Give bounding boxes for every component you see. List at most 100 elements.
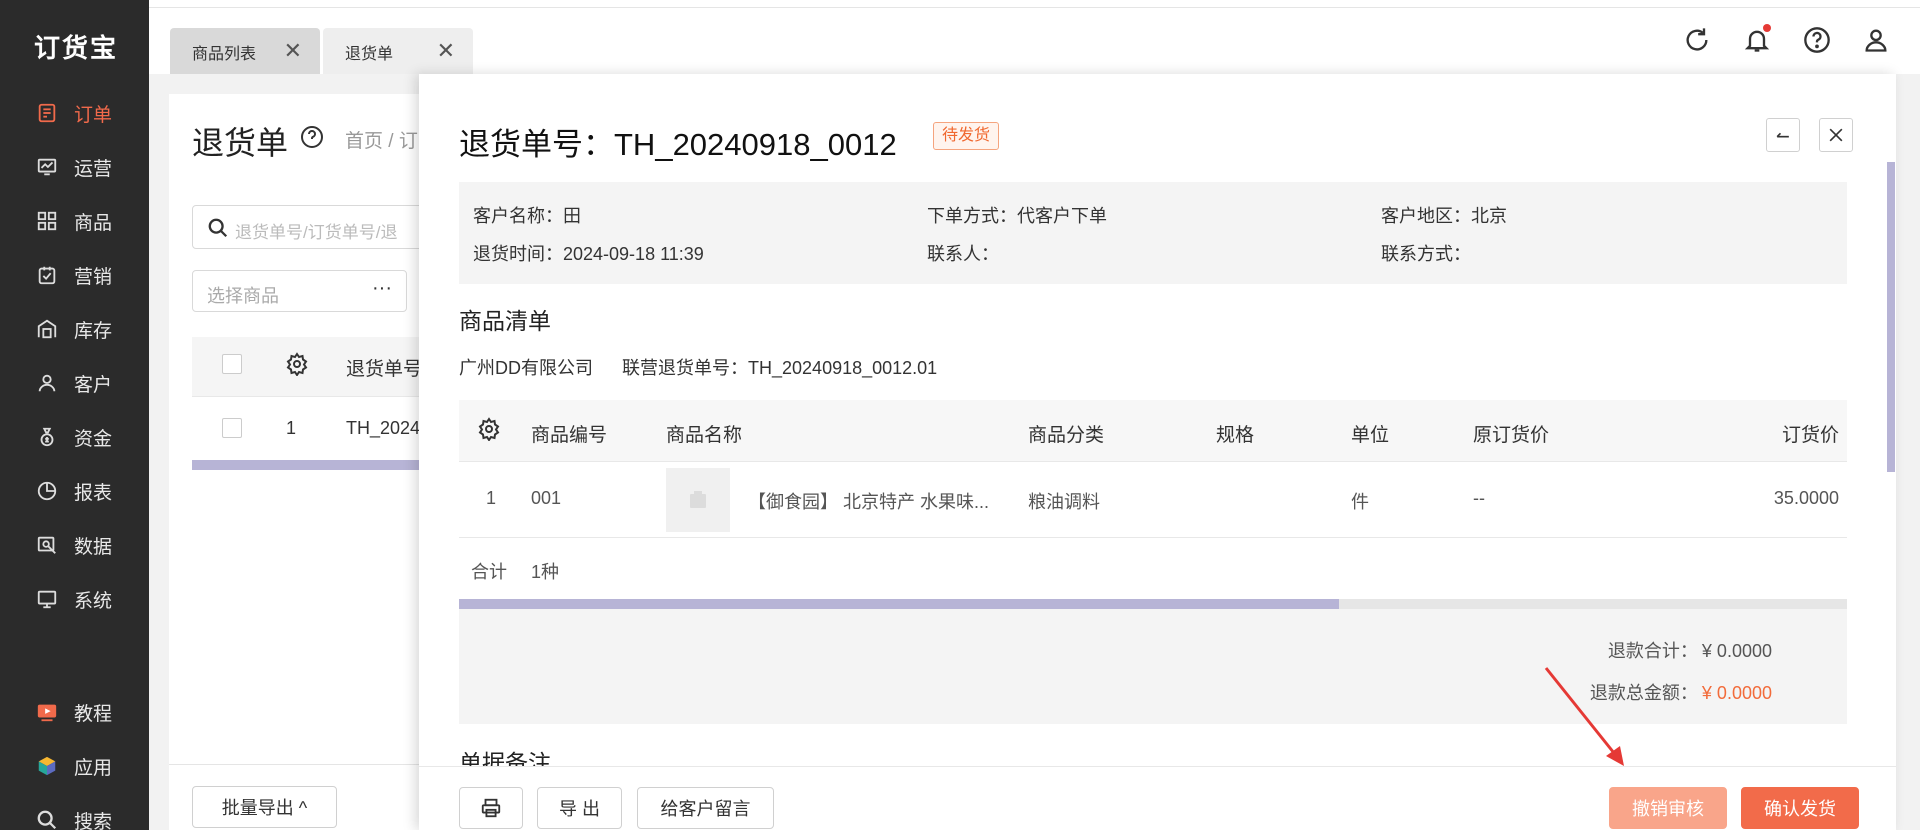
table-scrollbar[interactable] <box>459 599 1339 609</box>
sidebar-item-apps[interactable]: 应用 <box>0 746 149 786</box>
product-icon <box>36 210 58 232</box>
revoke-review-button[interactable]: 撤销审核 <box>1609 787 1727 829</box>
sidebar: 订货宝 订单 运营 商品 营销 库存 客户 资金 报表 数据 系统 教程 应用 … <box>0 0 149 830</box>
product-thumbnail[interactable] <box>666 468 730 532</box>
column-header-name: 商品名称 <box>666 425 743 446</box>
status-badge: 待发货 <box>933 122 1000 150</box>
operation-icon <box>36 156 58 178</box>
product-select[interactable]: 选择商品 ··· <box>192 270 407 312</box>
summary-value: 1种 <box>531 562 560 582</box>
close-icon[interactable]: ✕ <box>437 40 455 62</box>
sidebar-item-order[interactable]: 订单 <box>0 93 149 133</box>
row-orig-price: -- <box>1473 488 1485 508</box>
search-placeholder: 退货单号/订货单号/退 <box>235 223 398 242</box>
apps-icon <box>36 755 58 777</box>
contact-method: 联系方式： <box>1381 244 1471 264</box>
breadcrumb[interactable]: 首页 / 订 <box>345 126 418 153</box>
row-checkbox[interactable] <box>222 418 242 438</box>
batch-export-button[interactable]: 批量导出 ^ <box>192 786 337 828</box>
gear-icon[interactable] <box>477 417 501 442</box>
row-code: 001 <box>531 488 562 508</box>
refund-subtotal: 退款合计： ¥ 0.0000 <box>1608 637 1772 663</box>
gear-icon[interactable] <box>285 352 309 377</box>
help-icon[interactable] <box>1803 26 1831 54</box>
horizontal-scrollbar[interactable] <box>192 460 422 470</box>
sidebar-item-inventory[interactable]: 库存 <box>0 309 149 349</box>
supplier-line: 广州DD有限公司 联营退货单号：TH_20240918_0012.01 <box>459 354 961 380</box>
printer-icon <box>481 798 501 818</box>
close-button[interactable] <box>1819 118 1853 152</box>
sidebar-item-label: 商品 <box>74 212 113 234</box>
tutorial-icon <box>36 701 58 723</box>
report-icon <box>36 480 58 502</box>
close-icon[interactable]: ✕ <box>284 40 302 62</box>
row-index: 1 <box>486 488 497 508</box>
sidebar-item-label: 客户 <box>74 374 113 396</box>
return-time: 退货时间：2024-09-18 11:39 <box>473 244 704 264</box>
arrow-left-icon <box>1776 132 1789 138</box>
tab-bar: 商品列表 ✕ 退货单 ✕ <box>149 8 1920 76</box>
column-header-code: 商品编号 <box>531 425 608 446</box>
search-icon <box>207 217 229 239</box>
more-icon[interactable]: ··· <box>372 277 392 300</box>
sidebar-item-label: 应用 <box>74 757 113 779</box>
column-header-orig-price: 原订货价 <box>1473 425 1550 446</box>
export-button[interactable]: 导 出 <box>537 787 622 829</box>
sidebar-item-operation[interactable]: 运营 <box>0 147 149 187</box>
refund-total-value: ¥ 0.0000 <box>1701 683 1772 703</box>
collapse-button[interactable] <box>1766 118 1800 152</box>
close-icon <box>1829 128 1843 142</box>
sidebar-item-marketing[interactable]: 营销 <box>0 255 149 295</box>
refund-subtotal-value: ¥ 0.0000 <box>1701 641 1772 661</box>
sidebar-item-label: 资金 <box>74 428 113 450</box>
notification-dot <box>1763 24 1771 32</box>
search-icon <box>36 809 58 830</box>
tab-return-order[interactable]: 退货单 ✕ <box>323 28 473 76</box>
search-input[interactable]: 退货单号/订货单号/退 <box>192 205 442 249</box>
data-icon <box>36 534 58 556</box>
funds-icon <box>36 426 58 448</box>
bell-icon[interactable] <box>1743 24 1771 54</box>
tab-product-list[interactable]: 商品列表 ✕ <box>170 28 320 76</box>
image-placeholder-icon <box>690 491 706 508</box>
sidebar-item-search[interactable]: 搜索 <box>0 800 149 830</box>
order-icon <box>36 102 58 124</box>
sidebar-item-customer[interactable]: 客户 <box>0 363 149 403</box>
sidebar-item-funds[interactable]: 资金 <box>0 417 149 457</box>
sidebar-item-report[interactable]: 报表 <box>0 471 149 511</box>
print-button[interactable] <box>459 787 523 829</box>
remarks-section-title: 单据备注 <box>459 750 551 766</box>
supplier-name: 广州DD有限公司 <box>459 358 593 378</box>
vertical-scrollbar[interactable] <box>1887 162 1895 472</box>
totals-panel: 退款合计： ¥ 0.0000 退款总金额： ¥ 0.0000 <box>459 609 1847 724</box>
column-header-spec: 规格 <box>1216 425 1255 446</box>
sidebar-item-label: 系统 <box>74 590 113 612</box>
table-row: 1 001 【御食园】 北京特产 水果味... 粮油调料 件 -- 35.000… <box>459 462 1847 538</box>
tab-label: 退货单 <box>345 46 394 63</box>
row-return-no[interactable]: TH_2024 <box>346 418 420 439</box>
confirm-shipment-button[interactable]: 确认发货 <box>1741 787 1859 829</box>
sidebar-item-label: 教程 <box>74 703 113 725</box>
marketing-icon <box>36 264 58 286</box>
summary-label: 合计 <box>471 562 507 582</box>
help-icon[interactable] <box>300 125 324 149</box>
sidebar-item-data[interactable]: 数据 <box>0 525 149 565</box>
refresh-icon[interactable] <box>1683 26 1711 54</box>
message-customer-button[interactable]: 给客户留言 <box>637 787 774 829</box>
goods-section-title: 商品清单 <box>459 308 551 334</box>
sidebar-item-label: 数据 <box>74 536 113 558</box>
contact-person: 联系人： <box>927 244 999 264</box>
sidebar-item-system[interactable]: 系统 <box>0 579 149 619</box>
inventory-icon <box>36 318 58 340</box>
system-icon <box>36 588 58 610</box>
customer-icon <box>36 372 58 394</box>
user-icon[interactable] <box>1862 26 1890 54</box>
annotation-arrow-icon <box>1544 667 1624 766</box>
goods-table-header: 商品编号 商品名称 商品分类 规格 单位 原订货价 订货价 <box>459 400 1847 462</box>
select-placeholder: 选择商品 <box>207 286 279 306</box>
select-all-checkbox[interactable] <box>222 354 242 374</box>
app-logo[interactable]: 订货宝 <box>34 28 118 65</box>
row-product-name[interactable]: 【御食园】 北京特产 水果味... <box>748 488 989 514</box>
sidebar-item-product[interactable]: 商品 <box>0 201 149 241</box>
sidebar-item-tutorial[interactable]: 教程 <box>0 692 149 732</box>
